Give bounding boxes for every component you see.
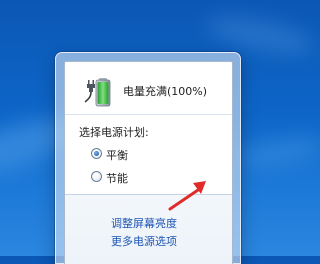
battery-status-text: 电量充满(100%) <box>123 85 208 98</box>
radio-selected-icon[interactable] <box>91 148 102 159</box>
radio-unselected-icon[interactable] <box>91 171 102 182</box>
desktop-light-streak <box>233 132 320 172</box>
more-power-options-link[interactable]: 更多电源选项 <box>111 233 177 249</box>
power-flyout-panel: 电量充满(100%) 选择电源计划: 平衡 节能 调整屏幕亮度 更多电源选项 <box>64 61 233 264</box>
battery-full-plugged-icon <box>84 78 111 107</box>
power-plan-label: 选择电源计划: <box>79 126 149 139</box>
power-plan-option-label: 平衡 <box>106 149 128 162</box>
adjust-brightness-link[interactable]: 调整屏幕亮度 <box>111 215 177 231</box>
power-flyout: 电量充满(100%) 选择电源计划: 平衡 节能 调整屏幕亮度 更多电源选项 <box>55 52 241 264</box>
red-arrow-icon <box>168 181 206 211</box>
power-plan-option-balanced[interactable]: 平衡 <box>91 147 191 162</box>
power-plan-option-label: 节能 <box>106 172 128 185</box>
divider <box>65 114 232 115</box>
battery-status-row: 电量充满(100%) <box>81 74 231 108</box>
